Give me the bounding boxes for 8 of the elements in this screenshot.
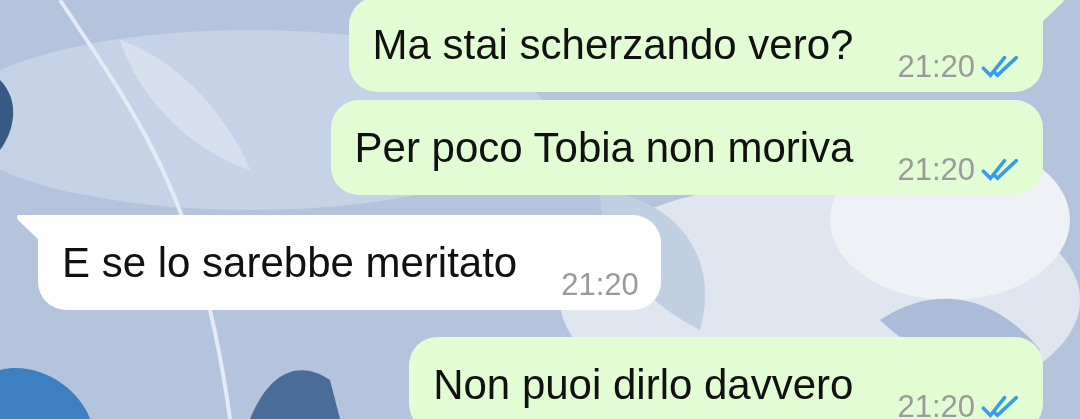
message-text: E se lo sarebbe meritato [62, 242, 518, 284]
message-time: 21:20 [897, 51, 975, 82]
message-text: Non puoi dirlo davvero [433, 364, 854, 406]
message-time: 21:20 [561, 269, 639, 300]
message-text: Ma stai scherzando vero? [372, 24, 854, 66]
message-time: 21:20 [897, 391, 975, 419]
message-time: 21:20 [897, 154, 975, 185]
message-text: Per poco Tobia non moriva [354, 127, 854, 169]
